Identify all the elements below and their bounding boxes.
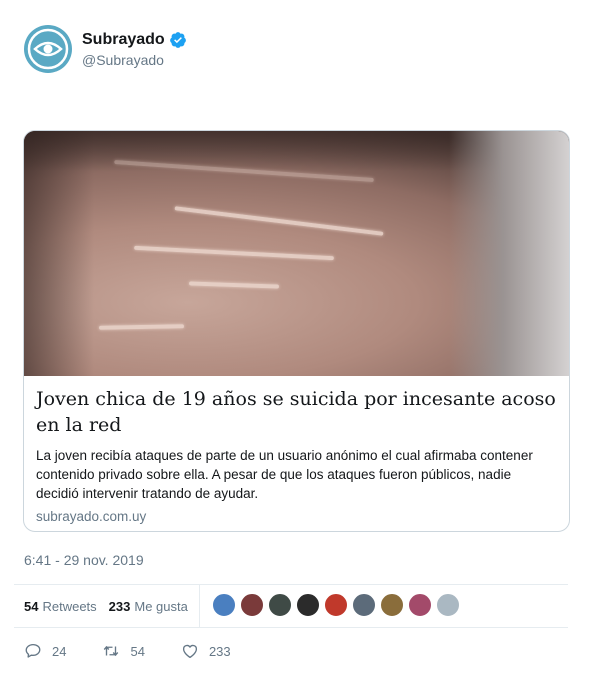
- card-image[interactable]: [24, 131, 569, 376]
- heart-icon: [182, 644, 197, 659]
- reply-icon: [25, 643, 41, 658]
- likes-count: 233: [108, 598, 131, 614]
- author-names: Subrayado @Subrayado: [82, 31, 187, 68]
- verified-badge-icon: [169, 31, 186, 48]
- retweets-count: 54: [24, 598, 39, 614]
- divider: [14, 627, 568, 628]
- image-scar: [188, 281, 280, 289]
- reply-count: 24: [52, 643, 67, 659]
- name-row: Subrayado: [82, 31, 187, 49]
- retweet-icon: [104, 645, 119, 657]
- like-count: 233: [208, 643, 231, 659]
- liker-avatar[interactable]: [212, 593, 236, 617]
- likes-stat[interactable]: 233 Me gusta: [109, 599, 188, 614]
- likes-label: Me gusta: [134, 598, 188, 614]
- liker-avatar[interactable]: [324, 593, 348, 617]
- tweet-stats: 54 Retweets 233 Me gusta: [24, 585, 200, 627]
- retweet-button[interactable]: 54: [102, 642, 145, 660]
- image-scar: [174, 206, 384, 236]
- link-card[interactable]: Joven chica de 19 años se suicida por in…: [23, 130, 570, 532]
- liker-avatar[interactable]: [268, 593, 292, 617]
- eye-logo-icon: [27, 28, 69, 70]
- liker-avatar[interactable]: [296, 593, 320, 617]
- card-title: Joven chica de 19 años se suicida por in…: [36, 388, 556, 436]
- likers-avatars: [212, 593, 464, 617]
- card-body: Joven chica de 19 años se suicida por in…: [24, 376, 569, 524]
- tweet-header: Subrayado @Subrayado: [24, 24, 187, 74]
- liker-avatar[interactable]: [436, 593, 460, 617]
- stats-separator: [199, 585, 200, 627]
- card-domain: subrayado.com.uy: [36, 509, 147, 524]
- retweets-label: Retweets: [42, 598, 97, 614]
- retweet-count: 54: [130, 643, 145, 659]
- liker-avatar[interactable]: [408, 593, 432, 617]
- image-scar: [98, 324, 185, 330]
- card-description: La joven recibía ataques de parte de un …: [36, 448, 533, 501]
- tweet-actions: 24 54 233: [24, 642, 267, 660]
- liker-avatar[interactable]: [380, 593, 404, 617]
- liker-avatar[interactable]: [352, 593, 376, 617]
- like-button[interactable]: 233: [181, 642, 231, 660]
- image-scar: [134, 245, 334, 261]
- avatar[interactable]: [24, 25, 72, 73]
- liker-avatar[interactable]: [240, 593, 264, 617]
- display-name[interactable]: Subrayado: [82, 31, 165, 49]
- reply-button[interactable]: 24: [24, 642, 66, 660]
- tweet-timestamp[interactable]: 6:41 - 29 nov. 2019: [24, 552, 144, 568]
- handle[interactable]: @Subrayado: [82, 52, 187, 68]
- image-background: [449, 131, 569, 376]
- retweets-stat[interactable]: 54 Retweets: [24, 599, 97, 614]
